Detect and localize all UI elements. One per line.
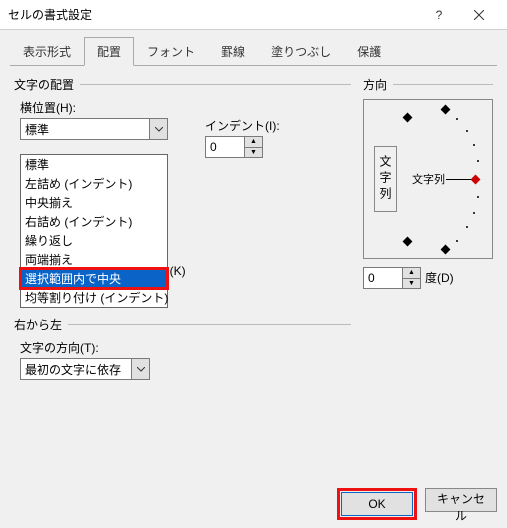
dropdown-option[interactable]: 右詰め (インデント) [21, 212, 167, 231]
close-button[interactable] [459, 1, 499, 29]
indent-spinbox[interactable]: ▲ ▼ [205, 136, 263, 158]
dropdown-option[interactable]: 左詰め (インデント) [21, 174, 167, 193]
text-direction-value: 最初の文字に依存 [21, 359, 131, 379]
indent-input[interactable] [206, 137, 244, 157]
horizontal-combo[interactable]: 標準 [20, 118, 168, 140]
dot-icon [456, 240, 458, 242]
group-label-orientation: 方向 [363, 76, 387, 93]
dot-icon [466, 130, 468, 132]
degree-label: 度(D) [425, 269, 454, 286]
chevron-down-icon[interactable] [149, 119, 167, 139]
rtl-group: 右から左 [14, 316, 351, 333]
degree-input[interactable] [364, 268, 402, 288]
dot-icon [477, 196, 479, 198]
cancel-button[interactable]: キャンセル [425, 488, 497, 512]
tab-font[interactable]: フォント [134, 37, 208, 66]
tab-alignment[interactable]: 配置 [84, 37, 134, 66]
spin-down-icon[interactable]: ▼ [403, 279, 420, 289]
dot-icon [473, 144, 475, 146]
chevron-down-icon[interactable] [131, 359, 149, 379]
orientation-vertical-label[interactable]: 文字列 [374, 146, 397, 212]
orientation-marker-icon [471, 175, 481, 185]
diamond-icon [403, 237, 413, 247]
dot-icon [456, 118, 458, 120]
tab-border[interactable]: 罫線 [208, 37, 258, 66]
dropdown-option[interactable]: 両端揃え [21, 250, 167, 269]
diamond-icon [403, 113, 413, 123]
dropdown-option[interactable]: 中央揃え [21, 193, 167, 212]
dialog-footer: OK キャンセル [337, 488, 497, 520]
tab-fill[interactable]: 塗りつぶし [258, 37, 344, 66]
horizontal-dropdown[interactable]: 標準 左詰め (インデント) 中央揃え 右詰め (インデント) 繰り返し 両端揃… [20, 154, 168, 308]
horizontal-label: 横位置(H): [20, 99, 351, 116]
dot-icon [466, 226, 468, 228]
dropdown-option[interactable]: 均等割り付け (インデント) [21, 288, 167, 307]
ok-highlight: OK [337, 488, 417, 520]
titlebar: セルの書式設定 ? [0, 0, 507, 30]
group-label-alignment: 文字の配置 [14, 76, 74, 93]
tab-strip: 表示形式 配置 フォント 罫線 塗りつぶし 保護 [10, 36, 497, 66]
close-icon [474, 10, 484, 20]
dropdown-option-selected[interactable]: 選択範囲内で中央 [21, 269, 167, 288]
dialog-title: セルの書式設定 [8, 6, 419, 23]
text-direction-label: 文字の方向(T): [20, 339, 351, 356]
group-label-rtl: 右から左 [14, 316, 62, 333]
indent-label: インデント(I): [205, 117, 280, 134]
dot-icon [477, 160, 479, 162]
horizontal-combo-value: 標準 [21, 119, 149, 139]
degree-row: ▲ ▼ 度(D) [363, 265, 493, 289]
tab-protection[interactable]: 保護 [344, 37, 394, 66]
orientation-horizontal-label: 文字列 [412, 171, 445, 187]
help-button[interactable]: ? [419, 1, 459, 29]
dropdown-option[interactable]: 繰り返し [21, 231, 167, 250]
indent-block: インデント(I): ▲ ▼ [205, 117, 280, 158]
text-alignment-group: 文字の配置 [14, 76, 351, 93]
tab-format[interactable]: 表示形式 [10, 37, 84, 66]
orientation-group: 方向 [363, 76, 493, 93]
dot-icon [473, 212, 475, 214]
spin-up-icon[interactable]: ▲ [403, 268, 420, 279]
dropdown-option[interactable]: 標準 [21, 155, 167, 174]
text-direction-combo[interactable]: 最初の文字に依存 [20, 358, 150, 380]
diamond-icon [441, 245, 451, 255]
right-column: 方向 文字列 文字列 [363, 76, 493, 380]
orientation-dial[interactable]: 文字列 文字列 [363, 99, 493, 259]
spin-down-icon[interactable]: ▼ [245, 148, 262, 158]
ok-button[interactable]: OK [341, 492, 413, 516]
diamond-icon [441, 105, 451, 115]
degree-spinbox[interactable]: ▲ ▼ [363, 267, 421, 289]
spin-up-icon[interactable]: ▲ [245, 137, 262, 148]
